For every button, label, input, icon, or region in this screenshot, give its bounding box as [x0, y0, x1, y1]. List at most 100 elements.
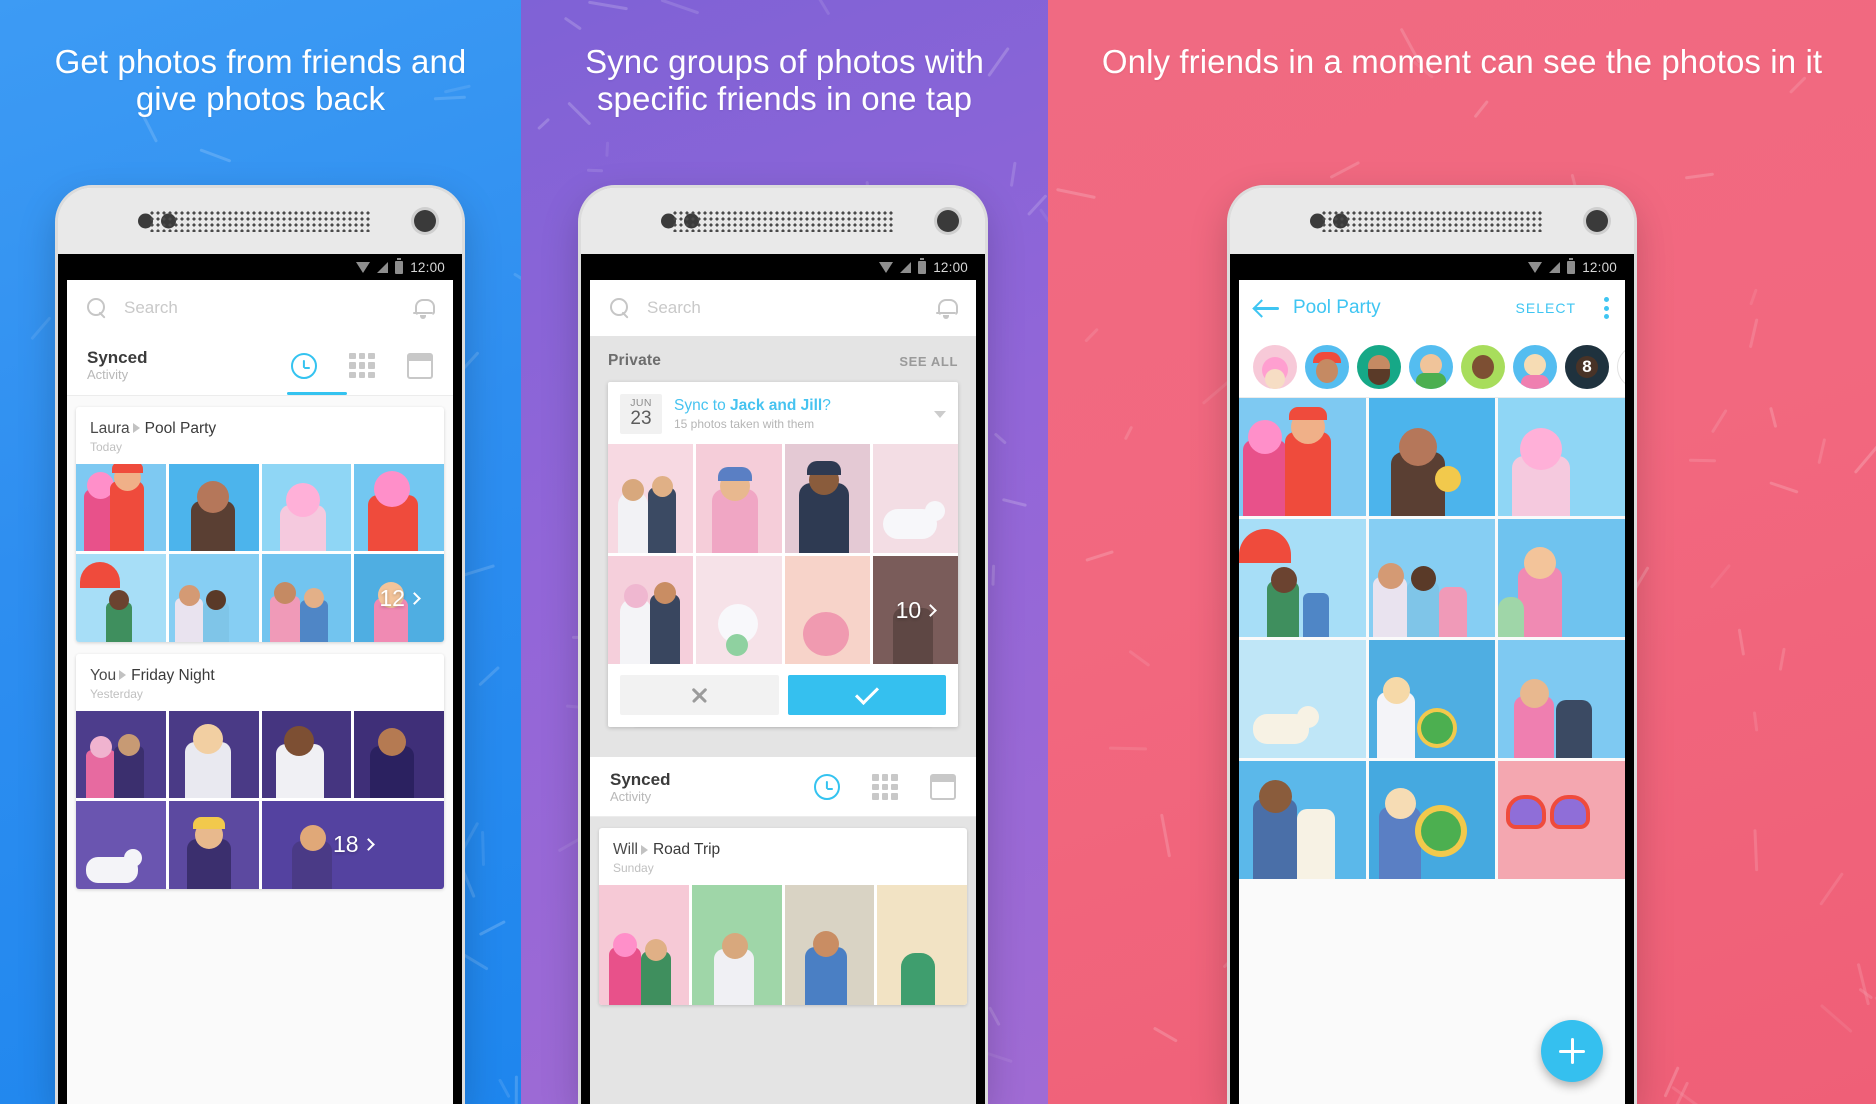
photo-cell[interactable]	[877, 885, 967, 1006]
photo-cell[interactable]	[76, 463, 166, 552]
sync-card-stack: JUN 23 Sync to Jack and Jill? 15 photos …	[608, 382, 958, 728]
avatar-2[interactable]	[1305, 344, 1349, 389]
search-input[interactable]: Search	[647, 298, 920, 318]
photo-cell[interactable]	[1368, 519, 1496, 637]
active-tab-underline	[287, 392, 347, 395]
avatar-1[interactable]	[1253, 344, 1297, 389]
chevron-right-icon	[408, 591, 421, 605]
search-bar-1[interactable]: Search	[67, 280, 453, 336]
tabs-title: Synced	[87, 348, 148, 368]
photo-cell[interactable]	[354, 710, 444, 799]
photo-cell[interactable]	[1498, 398, 1625, 516]
tab-card-icon[interactable]	[930, 773, 956, 800]
panel-3-headline: Only friends in a moment can see the pho…	[1101, 43, 1823, 80]
see-all-link[interactable]: SEE ALL	[899, 354, 958, 369]
photo-cell[interactable]	[76, 554, 166, 642]
photo-cell[interactable]	[1498, 761, 1625, 879]
add-photo-fab[interactable]	[1541, 1020, 1603, 1082]
signal-icon	[1549, 261, 1561, 273]
sync-card-wrapper: JUN 23 Sync to Jack and Jill? 15 photos …	[590, 382, 976, 744]
wifi-icon	[879, 261, 894, 273]
search-bar-2[interactable]: Search	[590, 280, 976, 336]
add-person-icon[interactable]	[1617, 344, 1625, 389]
more-photos-overlay[interactable]: 12	[354, 554, 444, 642]
photo-cell-more[interactable]: 10	[872, 555, 958, 665]
photo-cell[interactable]	[784, 555, 870, 665]
tab-clock-icon[interactable]	[814, 773, 840, 800]
photo-cell[interactable]	[76, 801, 166, 889]
more-photos-overlay[interactable]: 18	[262, 801, 445, 889]
photo-cell[interactable]	[691, 885, 782, 1006]
photo-cell[interactable]	[872, 444, 958, 553]
tab-card-icon[interactable]	[407, 352, 433, 379]
phone-3: 12:00 Pool Party SELECT 8	[1230, 188, 1634, 1104]
album-photo-grid	[1239, 398, 1625, 879]
activity-card-pool-party[interactable]: Laura Pool Party Today 12	[76, 407, 444, 642]
photo-cell[interactable]	[354, 463, 444, 552]
promo-screenshot-stage: Get photos from friends and give photos …	[0, 0, 1876, 1104]
sync-card-header: JUN 23 Sync to Jack and Jill? 15 photos …	[608, 382, 958, 444]
decline-sync-button[interactable]	[620, 675, 779, 716]
photo-cell[interactable]	[76, 710, 166, 799]
photo-cell[interactable]	[168, 801, 259, 889]
photo-cell[interactable]	[1368, 761, 1496, 879]
tab-grid-icon[interactable]	[349, 352, 375, 379]
photo-cell[interactable]	[784, 885, 875, 1006]
chevron-down-icon[interactable]	[934, 410, 946, 418]
search-input[interactable]: Search	[124, 298, 397, 318]
photo-cell[interactable]	[599, 885, 689, 1006]
photo-cell[interactable]	[168, 554, 259, 642]
photo-cell-more[interactable]: 18	[261, 801, 445, 889]
photo-cell[interactable]	[1239, 398, 1366, 516]
photo-cell[interactable]	[168, 710, 259, 799]
more-photos-overlay[interactable]: 10	[873, 556, 958, 665]
photo-cell[interactable]	[261, 710, 352, 799]
tab-clock-icon[interactable]	[291, 352, 317, 379]
photo-cell[interactable]	[608, 444, 694, 553]
photo-cell[interactable]	[1368, 398, 1496, 516]
card-owner: Laura	[90, 420, 130, 437]
photo-cell[interactable]	[261, 554, 352, 642]
photo-cell[interactable]	[1498, 640, 1625, 758]
avatar-5[interactable]	[1461, 344, 1505, 389]
status-bar-1: 12:00	[67, 254, 453, 280]
avatar-3[interactable]	[1357, 344, 1401, 389]
avatar-7[interactable]: 8	[1565, 344, 1609, 389]
signal-icon	[377, 261, 389, 273]
photo-cell[interactable]	[696, 555, 782, 665]
tab-grid-icon[interactable]	[872, 773, 898, 800]
select-button[interactable]: SELECT	[1516, 300, 1576, 316]
activity-feed-2: Will Road Trip Sunday	[590, 817, 976, 1006]
photo-cell[interactable]	[168, 463, 259, 552]
panel-1: Get photos from friends and give photos …	[0, 0, 521, 1104]
activity-card-road-trip[interactable]: Will Road Trip Sunday	[599, 828, 967, 1006]
photo-cell[interactable]	[608, 555, 694, 665]
photo-cell[interactable]	[1239, 519, 1366, 637]
kebab-menu-icon[interactable]	[1604, 297, 1609, 319]
notification-bell-icon[interactable]	[413, 297, 435, 319]
photo-cell[interactable]	[1239, 640, 1366, 758]
photo-cell[interactable]	[261, 463, 352, 552]
avatar-6[interactable]	[1513, 344, 1557, 389]
back-arrow-icon[interactable]	[1255, 299, 1279, 317]
close-icon	[690, 686, 709, 705]
photo-cell[interactable]	[784, 444, 870, 553]
photo-cell[interactable]	[1368, 640, 1496, 758]
sync-card-text: Sync to Jack and Jill? 15 photos taken w…	[674, 397, 922, 431]
photo-cell-more[interactable]: 12	[354, 554, 444, 642]
battery-icon	[1567, 257, 1576, 274]
card-header: Will Road Trip Sunday	[599, 828, 967, 885]
photo-cell[interactable]	[1498, 519, 1625, 637]
photo-cell[interactable]	[696, 444, 782, 553]
photo-cell[interactable]	[1239, 761, 1366, 879]
sync-photo-grid: 10	[608, 444, 958, 665]
activity-card-friday-night[interactable]: You Friday Night Yesterday 18	[76, 653, 445, 889]
avatar-4[interactable]	[1409, 344, 1453, 389]
phone-2: 12:00 Search Private SEE ALL JUN 23 Sync…	[581, 188, 985, 1104]
app-screen-1: Search Synced Activity Laura Pool Party …	[67, 280, 453, 1104]
accept-sync-button[interactable]	[787, 675, 946, 716]
tabs-heading: Synced Activity	[610, 770, 814, 805]
sync-suggestion-card[interactable]: JUN 23 Sync to Jack and Jill? 15 photos …	[608, 382, 958, 728]
notification-bell-icon[interactable]	[936, 297, 958, 319]
status-bar-3: 12:00	[1239, 254, 1625, 280]
